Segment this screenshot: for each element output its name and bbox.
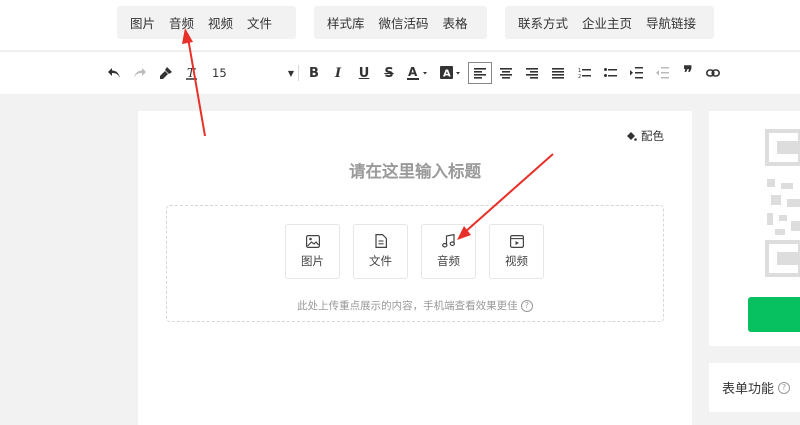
file-icon xyxy=(374,234,387,248)
svg-text:T: T xyxy=(187,66,196,80)
upload-hint: 此处上传重点展示的内容，手机端查看效果更佳 ? xyxy=(167,298,663,313)
palette-button[interactable]: 配色 xyxy=(626,128,664,144)
ordered-list-icon[interactable]: 12 xyxy=(574,52,594,94)
clear-format-icon[interactable]: T xyxy=(182,52,202,94)
content-menu-group: 样式库 微信活码 表格 xyxy=(314,6,487,39)
paint-bucket-icon xyxy=(627,131,637,141)
menu-item-table[interactable]: 表格 xyxy=(436,13,475,32)
upload-image-button[interactable]: 图片 xyxy=(285,224,340,279)
font-size-select[interactable]: 15 ▼ xyxy=(212,64,294,82)
highlight-color-icon[interactable]: A xyxy=(438,52,466,94)
qrcode-panel xyxy=(709,111,800,346)
justify-icon[interactable] xyxy=(548,52,568,94)
bullet-list-icon[interactable] xyxy=(600,52,620,94)
align-center-icon[interactable] xyxy=(496,52,516,94)
bold-icon[interactable]: B xyxy=(305,52,323,94)
font-size-value: 15 xyxy=(212,66,227,80)
highlight-upload-area: 图片 文件 音频 视频 此处上传重点展示的内容，手机端查看效果更佳 ? xyxy=(166,205,664,322)
qr-code-icon xyxy=(765,129,800,277)
align-left-icon[interactable] xyxy=(470,52,490,94)
svg-text:2: 2 xyxy=(578,74,581,79)
green-action-button[interactable] xyxy=(748,297,800,332)
menu-item-audio[interactable]: 音频 xyxy=(162,13,201,32)
chevron-down-icon: ▼ xyxy=(287,68,294,78)
redo-icon[interactable] xyxy=(130,52,150,94)
editor-canvas: 配色 请在这里输入标题 图片 文件 音频 视频 此处上传重点展示的内容，手机端查… xyxy=(138,111,692,425)
image-icon xyxy=(305,234,320,248)
undo-icon[interactable] xyxy=(104,52,124,94)
form-panel: 表单功能 ? xyxy=(709,363,800,412)
menu-item-file[interactable]: 文件 xyxy=(240,13,279,32)
upload-video-label: 视频 xyxy=(505,253,528,268)
help-icon[interactable]: ? xyxy=(778,381,791,394)
strikethrough-icon[interactable]: S xyxy=(380,52,398,94)
upload-file-label: 文件 xyxy=(369,254,392,268)
form-panel-title: 表单功能 xyxy=(722,382,775,397)
palette-label: 配色 xyxy=(641,129,664,143)
font-color-icon[interactable]: A xyxy=(405,52,433,94)
align-right-icon[interactable] xyxy=(522,52,542,94)
indent-icon[interactable] xyxy=(626,52,646,94)
upload-video-button[interactable]: 视频 xyxy=(489,224,544,279)
upload-audio-button[interactable]: 音频 xyxy=(421,224,476,279)
upload-file-button[interactable]: 文件 xyxy=(353,224,408,279)
italic-icon[interactable]: I xyxy=(329,52,347,94)
help-icon[interactable]: ? xyxy=(520,300,533,312)
menu-item-image[interactable]: 图片 xyxy=(123,13,162,32)
outdent-icon[interactable] xyxy=(652,52,672,94)
video-icon xyxy=(509,234,524,248)
svg-text:A: A xyxy=(408,65,418,79)
upload-hint-text: 此处上传重点展示的内容，手机端查看效果更佳 xyxy=(297,300,518,312)
upload-image-label: 图片 xyxy=(301,253,324,268)
menu-item-video[interactable]: 视频 xyxy=(201,13,240,32)
upload-audio-label: 音频 xyxy=(437,254,460,268)
menu-item-style-library[interactable]: 样式库 xyxy=(320,13,372,32)
form-panel-header: 表单功能 ? xyxy=(722,378,791,397)
menu-item-wechat-code[interactable]: 微信活码 xyxy=(372,13,436,32)
blockquote-icon[interactable]: ❞ xyxy=(678,52,698,94)
menu-item-contact[interactable]: 联系方式 xyxy=(511,13,575,32)
link-icon[interactable] xyxy=(703,52,723,94)
menu-item-company-page[interactable]: 企业主页 xyxy=(575,13,639,32)
top-menu-bar: 图片 音频 视频 文件 样式库 微信活码 表格 联系方式 企业主页 导航链接 xyxy=(0,0,800,50)
music-note-icon xyxy=(442,234,455,248)
toolbar-divider xyxy=(298,65,299,81)
svg-text:A: A xyxy=(443,69,451,80)
media-menu-group: 图片 音频 视频 文件 xyxy=(117,6,296,39)
format-toolbar: T 15 ▼ B I U S A A 12 ❞ xyxy=(0,51,800,94)
title-input[interactable]: 请在这里输入标题 xyxy=(138,158,692,182)
underline-icon[interactable]: U xyxy=(355,52,373,94)
info-menu-group: 联系方式 企业主页 导航链接 xyxy=(505,6,714,39)
format-painter-icon[interactable] xyxy=(156,52,176,94)
menu-item-nav-links[interactable]: 导航链接 xyxy=(639,13,703,32)
